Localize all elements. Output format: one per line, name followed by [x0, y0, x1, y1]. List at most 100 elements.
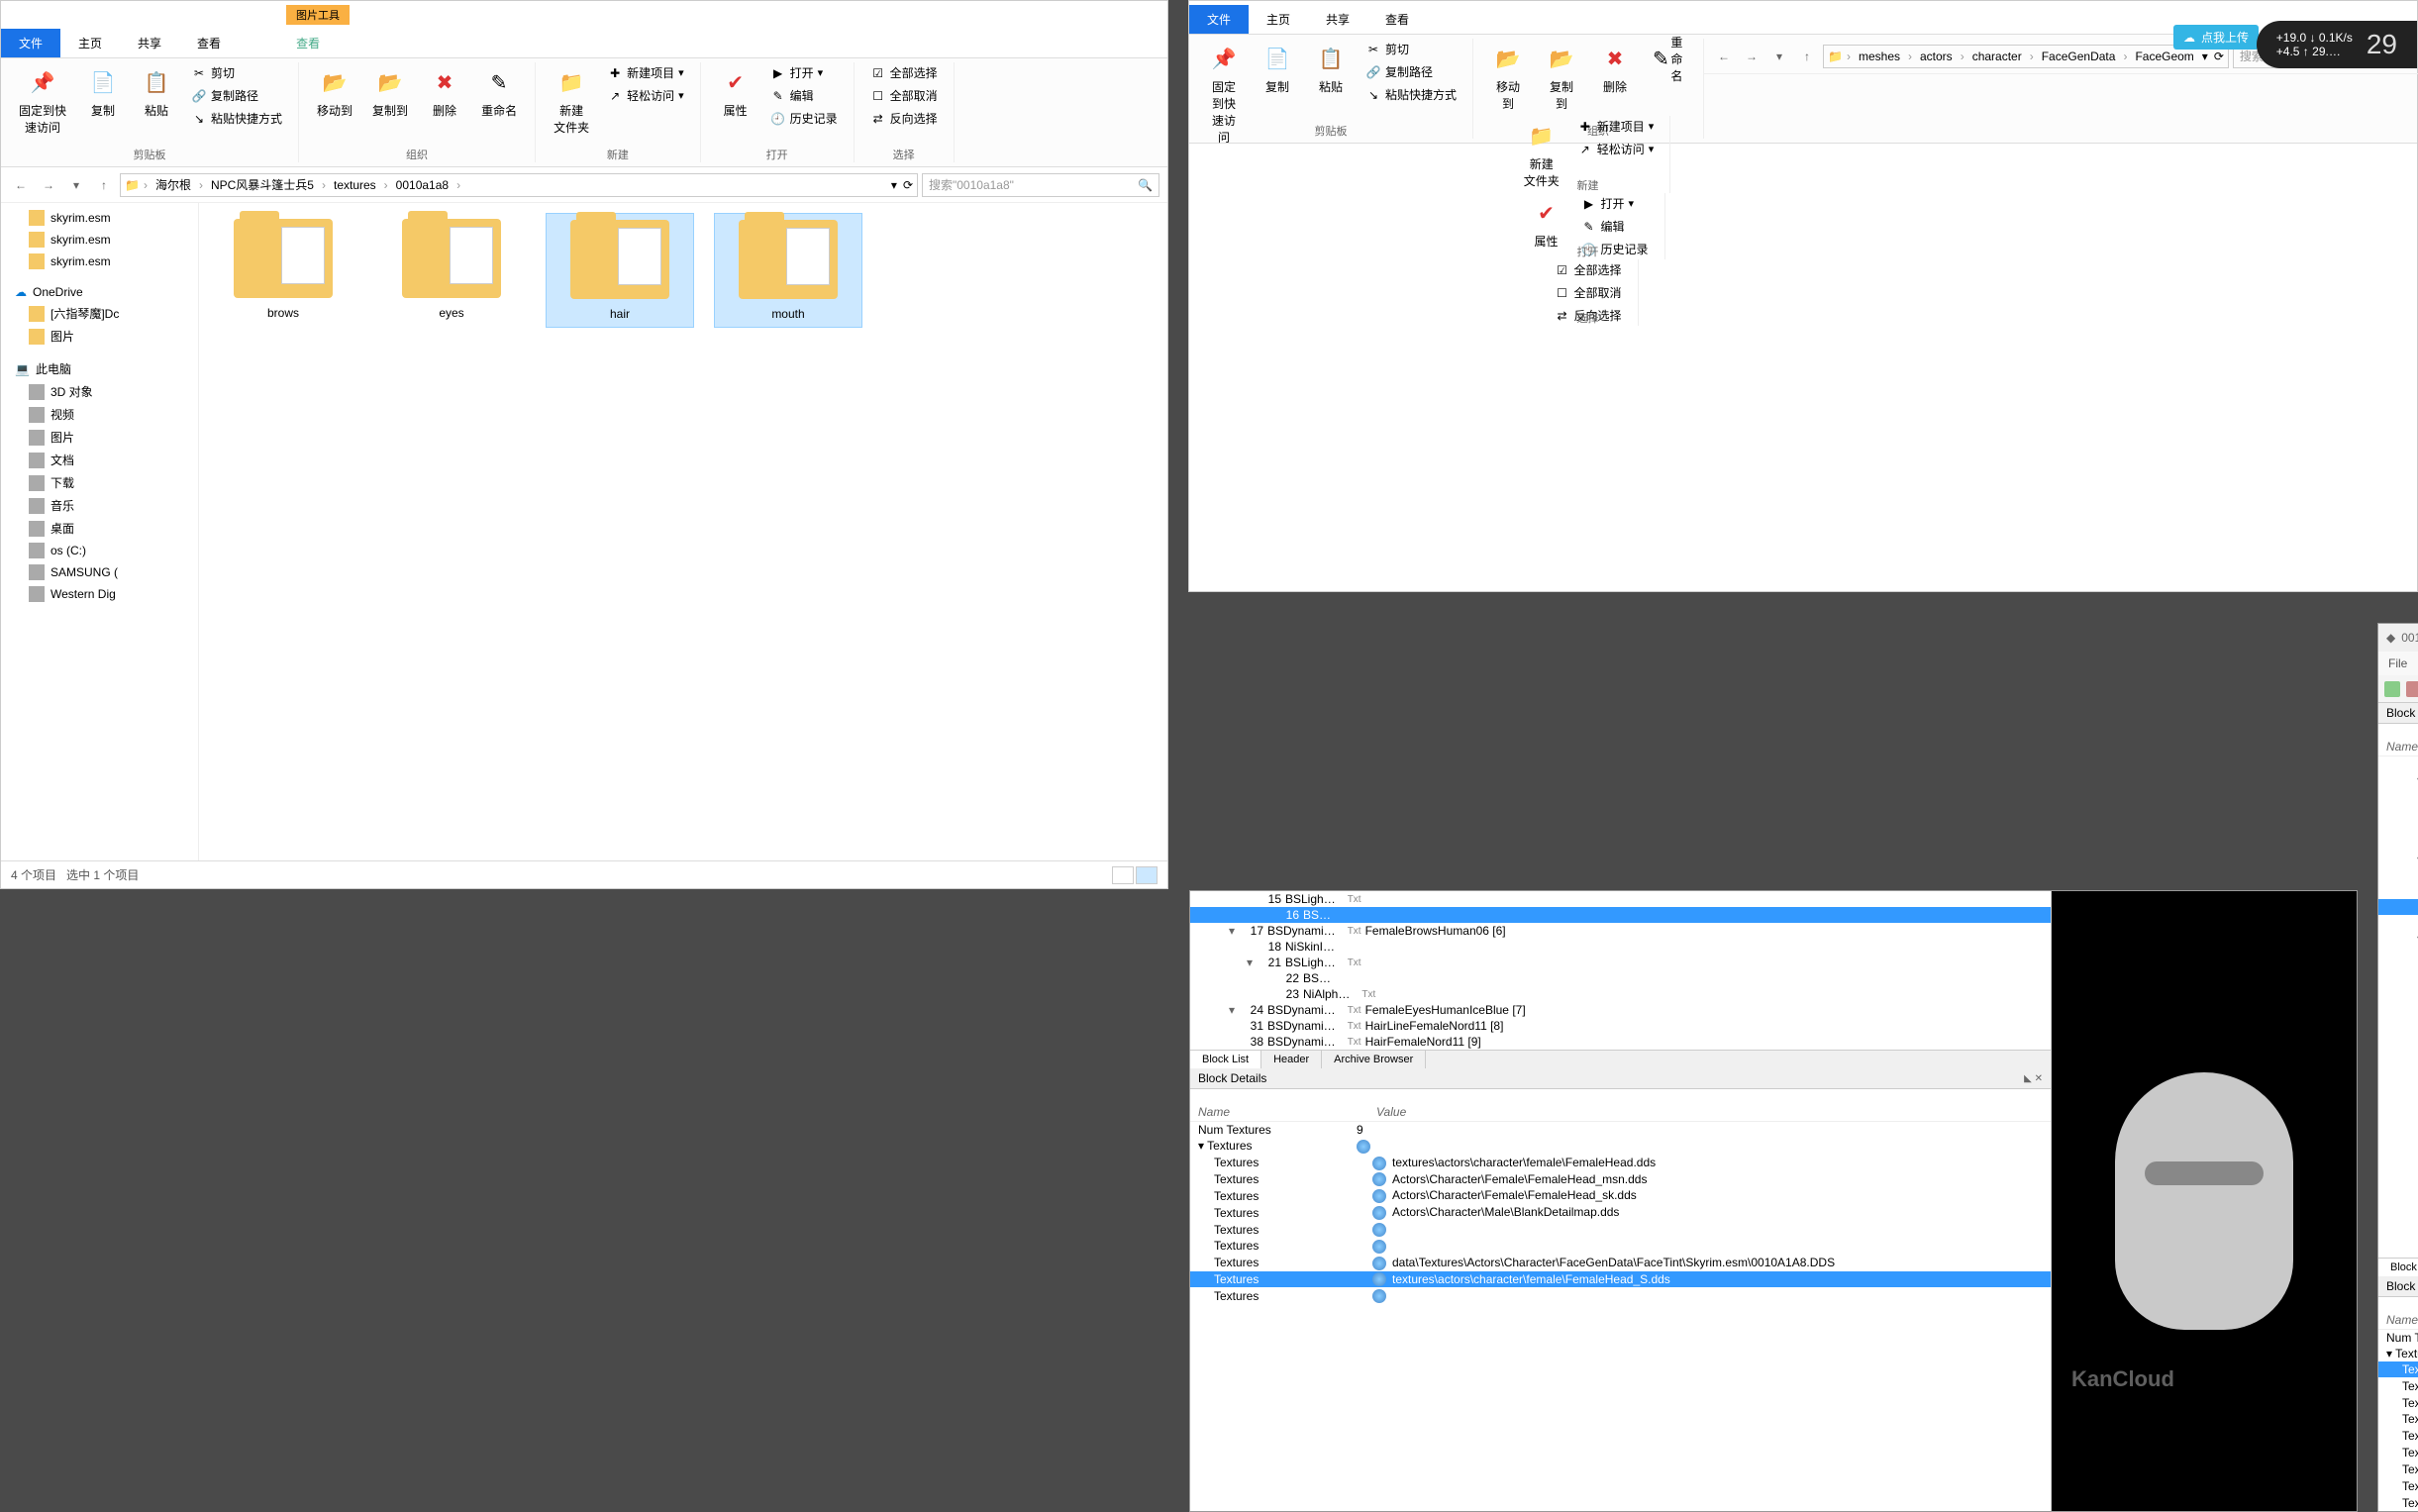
detail-row[interactable]: Texturestextures\actors\character\female…: [1190, 1155, 2051, 1171]
detail-row[interactable]: Textures: [1190, 1238, 2051, 1255]
detail-row[interactable]: Textures: [1190, 1221, 2051, 1238]
delete-button[interactable]: ✖删除: [420, 62, 469, 123]
copy-to-button[interactable]: 📂复制到: [364, 62, 416, 123]
new-item-button[interactable]: ✚新建项目 ▾: [1571, 116, 1661, 137]
tree-row[interactable]: ▾24BSDynami…TxtFemaleEyesHumanIceBlue [7…: [1190, 1002, 2051, 1018]
select-none-button[interactable]: ☐全部取消: [864, 85, 944, 106]
dropdown-icon[interactable]: ▾: [2202, 50, 2208, 63]
folder-item[interactable]: brows: [209, 213, 357, 326]
select-none-button[interactable]: ☐全部取消: [1549, 282, 1628, 303]
properties-button[interactable]: ✔属性: [711, 62, 760, 123]
sidebar-item[interactable]: 图片: [1, 325, 198, 348]
sidebar-item[interactable]: Western Dig: [1, 583, 198, 605]
detail-row[interactable]: Textures: [2378, 1411, 2418, 1428]
copy-path-button[interactable]: 🔗复制路径: [185, 85, 288, 106]
detail-row[interactable]: Textures: [2378, 1462, 2418, 1478]
tree-row[interactable]: ▾31BSDynami…TxtFemaleMouthHumanoidDefaul…: [2378, 772, 2418, 788]
tree-row[interactable]: 38BSDynami…TxtHairFemaleNord11 [9]: [1190, 1034, 2051, 1050]
detail-row[interactable]: Num Textures9: [1190, 1122, 2051, 1138]
easy-access-button[interactable]: ↗轻松访问 ▾: [1571, 139, 1661, 159]
bc-seg[interactable]: NPC风暴斗篷士兵5: [207, 176, 318, 193]
tool-icon[interactable]: [2406, 681, 2418, 697]
bc-seg[interactable]: 海尔根: [151, 176, 195, 193]
forward-button[interactable]: →: [37, 173, 60, 197]
sidebar-item[interactable]: 桌面: [1, 517, 198, 540]
bc-seg[interactable]: actors: [1916, 50, 1957, 63]
sidebar-item[interactable]: 视频: [1, 403, 198, 426]
bc-seg[interactable]: meshes: [1855, 50, 1904, 63]
tree-row[interactable]: 37NiAlph…Txt: [2378, 836, 2418, 852]
block-tree[interactable]: 15BSLigh…Txt16BS…▾17BSDynami…TxtFemaleBr…: [1190, 891, 2051, 1050]
history-button[interactable]: 🕘历史记录: [764, 108, 844, 129]
tool-icon[interactable]: [2384, 681, 2400, 697]
sidebar-item[interactable]: [六指琴魔]Dc: [1, 302, 198, 325]
sidebar-onedrive[interactable]: ☁OneDrive: [1, 282, 198, 302]
file-area[interactable]: browseyeshairmouth: [199, 203, 1167, 860]
copy-button[interactable]: 📄复制: [1253, 39, 1302, 99]
block-details[interactable]: Num Textures9▾ TexturesTexturestextures\…: [1190, 1122, 2051, 1304]
detail-row[interactable]: Texturesdata\Textures\Actors\Character\F…: [1190, 1255, 2051, 1271]
tree-row[interactable]: 15BSLigh…Txt: [1190, 891, 2051, 907]
detail-row[interactable]: Textures: [1190, 1287, 2051, 1304]
bc-seg[interactable]: character: [1968, 50, 2026, 63]
move-to-button[interactable]: 📂移动到: [1483, 39, 1533, 116]
back-button[interactable]: ←: [1712, 45, 1736, 68]
search-input[interactable]: 搜索"0010a1a8"🔍: [922, 173, 1159, 197]
detail-row[interactable]: Textures: [2378, 1494, 2418, 1511]
tree-row[interactable]: 39BSDis…: [2378, 867, 2418, 883]
refresh-icon[interactable]: ⟳: [903, 178, 913, 192]
detail-row[interactable]: Texturestextures\actors\character\female…: [1190, 1271, 2051, 1288]
tab-file[interactable]: 文件: [1189, 5, 1249, 34]
sidebar-item[interactable]: 图片: [1, 426, 198, 449]
detail-row[interactable]: ▾ Textures: [1190, 1138, 2051, 1155]
tree-row[interactable]: 50BS…: [2378, 978, 2418, 994]
forward-button[interactable]: →: [1740, 45, 1763, 68]
tree-row[interactable]: ▾45BSDynami…TxtFemaleHeadNord [10]: [2378, 931, 2418, 947]
tree-row[interactable]: ▾38BSDynami…Txt00HairlineFemaleSG2 [8]: [2378, 852, 2418, 867]
paste-shortcut-button[interactable]: ↘粘贴快捷方式: [1360, 84, 1462, 105]
tree-row[interactable]: 36BS…: [2378, 820, 2418, 836]
paste-shortcut-button[interactable]: ↘粘贴快捷方式: [185, 108, 288, 129]
paste-button[interactable]: 📋粘贴: [1306, 39, 1356, 99]
tab-archive[interactable]: Archive Browser: [1322, 1051, 1426, 1068]
sidebar-item[interactable]: skyrim.esm: [1, 207, 198, 229]
tab-home[interactable]: 主页: [60, 29, 120, 57]
expand-icon[interactable]: ▾: [2414, 773, 2418, 787]
tree-row[interactable]: ▾17BSDynami…TxtFemaleBrowsHuman06 [6]: [1190, 923, 2051, 939]
panel-controls[interactable]: ◣ ✕: [2024, 1073, 2043, 1084]
tree-row[interactable]: 43BS…: [2378, 899, 2418, 915]
view-toggle[interactable]: [1112, 866, 1158, 884]
sidebar-item[interactable]: skyrim.esm: [1, 229, 198, 251]
easy-access-button[interactable]: ↗轻松访问 ▾: [601, 85, 690, 106]
recent-button[interactable]: ▾: [1767, 45, 1791, 68]
expand-icon[interactable]: ▾: [2414, 932, 2418, 946]
viewport-3d[interactable]: KanCloud: [2052, 891, 2357, 1511]
copy-path-button[interactable]: 🔗复制路径: [1360, 61, 1462, 82]
sidebar-item[interactable]: os (C:): [1, 540, 198, 561]
sidebar-item[interactable]: 3D 对象: [1, 380, 198, 403]
cloud-upload-button[interactable]: ☁点我上传: [2173, 25, 2259, 50]
cut-button[interactable]: ✂剪切: [185, 62, 288, 83]
expand-icon[interactable]: ▾: [1244, 956, 1256, 969]
menu-item[interactable]: File: [2388, 656, 2407, 670]
up-button[interactable]: ↑: [1795, 45, 1819, 68]
select-all-button[interactable]: ☑全部选择: [1549, 259, 1628, 280]
up-button[interactable]: ↑: [92, 173, 116, 197]
bc-seg[interactable]: FaceGeom: [2131, 50, 2197, 63]
detail-row[interactable]: TexturesActors\Character\Male\BlankDetai…: [1190, 1204, 2051, 1221]
expand-icon[interactable]: ▾: [2386, 1347, 2392, 1361]
sidebar-this-pc[interactable]: 💻此电脑: [1, 357, 198, 380]
detail-row[interactable]: Textures: [2378, 1428, 2418, 1445]
sidebar-item[interactable]: 音乐: [1, 494, 198, 517]
rename-button[interactable]: ✎重命名: [473, 62, 525, 123]
new-item-button[interactable]: ✚新建项目 ▾: [601, 62, 690, 83]
block-details[interactable]: Num Textures9▾ TexturesTexturestextures\…: [2378, 1330, 2418, 1511]
floating-clock-widget[interactable]: +19.0 ↓ 0.1K/s +4.5 ↑ 29.… 29: [2257, 21, 2417, 68]
new-folder-button[interactable]: 📁新建 文件夹: [546, 62, 597, 140]
tree-row[interactable]: 30NiAlph…Txt: [2378, 756, 2418, 772]
sidebar-item[interactable]: 下载: [1, 471, 198, 494]
tab-view[interactable]: 查看: [1367, 5, 1427, 34]
detail-row[interactable]: TexturesActors\Character\Female\FemaleHe…: [1190, 1171, 2051, 1188]
tab-share[interactable]: 共享: [120, 29, 179, 57]
tab-share[interactable]: 共享: [1308, 5, 1367, 34]
